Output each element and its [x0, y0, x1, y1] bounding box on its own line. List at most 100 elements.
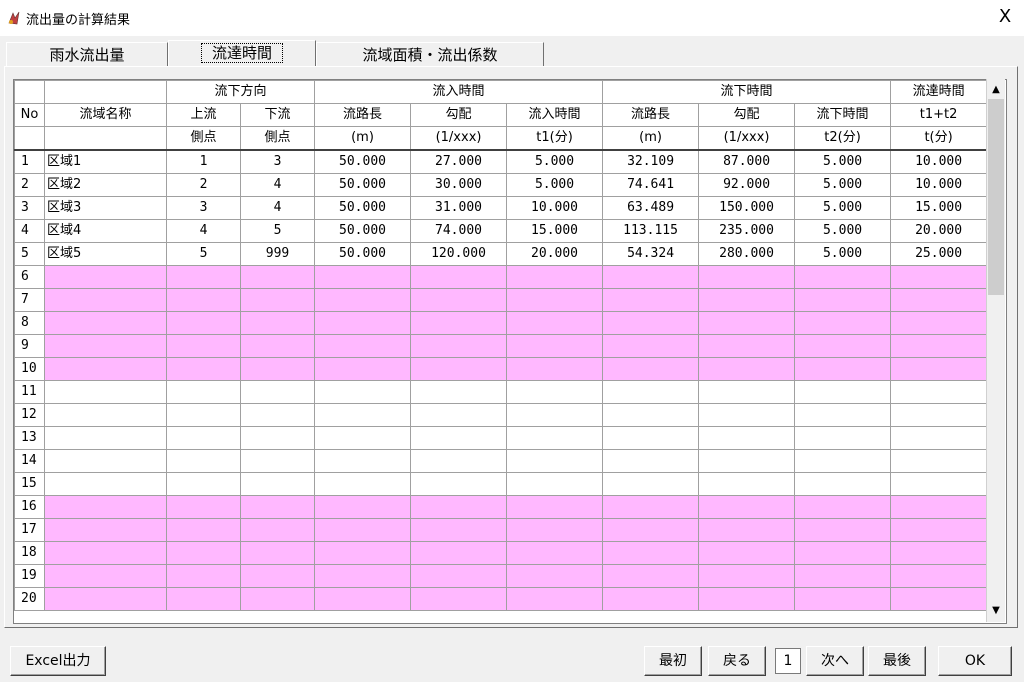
last-page-button[interactable]: 最後	[868, 646, 926, 676]
empty-cell[interactable]	[410, 357, 508, 381]
empty-cell[interactable]	[314, 288, 412, 312]
empty-cell[interactable]	[506, 518, 604, 542]
empty-cell[interactable]	[506, 564, 604, 588]
empty-cell[interactable]	[506, 288, 604, 312]
empty-cell[interactable]	[794, 449, 892, 473]
fl-length-cell[interactable]: 32.109	[602, 149, 700, 174]
empty-cell[interactable]	[698, 587, 796, 611]
first-page-button[interactable]: 最初	[644, 646, 702, 676]
table-row[interactable]: 14	[14, 449, 988, 473]
total-cell[interactable]: 20.000	[890, 219, 988, 243]
empty-cell[interactable]	[890, 334, 988, 358]
page-number-field[interactable]: 1	[775, 648, 801, 674]
empty-cell[interactable]	[602, 472, 700, 496]
empty-cell[interactable]	[410, 541, 508, 565]
empty-cell[interactable]	[166, 311, 241, 335]
empty-cell[interactable]	[602, 380, 700, 404]
empty-cell[interactable]	[239, 311, 316, 335]
empty-cell[interactable]	[239, 495, 316, 519]
empty-cell[interactable]	[239, 472, 316, 496]
empty-cell[interactable]	[44, 334, 167, 358]
table-row[interactable]: 15	[14, 472, 988, 496]
table-row[interactable]: 3 区域3 3 4 50.000 31.000 10.000 63.489 150.000 5.0…	[14, 196, 988, 220]
empty-cell[interactable]	[794, 403, 892, 427]
downstream-cell[interactable]: 4	[239, 196, 316, 220]
empty-cell[interactable]	[506, 587, 604, 611]
empty-cell[interactable]	[166, 472, 241, 496]
empty-cell[interactable]	[410, 403, 508, 427]
empty-cell[interactable]	[166, 587, 241, 611]
empty-cell[interactable]	[602, 564, 700, 588]
fl-slope-cell[interactable]: 87.000	[698, 149, 796, 174]
total-cell[interactable]: 10.000	[890, 149, 988, 174]
area-name-cell[interactable]: 区域3	[44, 196, 167, 220]
upstream-cell[interactable]: 5	[166, 242, 241, 266]
area-name-cell[interactable]: 区域4	[44, 219, 167, 243]
empty-cell[interactable]	[890, 311, 988, 335]
fl-slope-cell[interactable]: 150.000	[698, 196, 796, 220]
empty-cell[interactable]	[602, 426, 700, 450]
empty-cell[interactable]	[698, 541, 796, 565]
empty-cell[interactable]	[166, 449, 241, 473]
table-row[interactable]: 20	[14, 587, 988, 611]
empty-cell[interactable]	[44, 403, 167, 427]
empty-cell[interactable]	[698, 472, 796, 496]
empty-cell[interactable]	[314, 380, 412, 404]
fl-length-cell[interactable]: 63.489	[602, 196, 700, 220]
empty-cell[interactable]	[166, 403, 241, 427]
empty-cell[interactable]	[506, 334, 604, 358]
table-row[interactable]: 10	[14, 357, 988, 381]
empty-cell[interactable]	[314, 472, 412, 496]
empty-cell[interactable]	[698, 403, 796, 427]
empty-cell[interactable]	[166, 541, 241, 565]
scroll-down-arrow-icon[interactable]: ▼	[987, 602, 1005, 620]
total-cell[interactable]: 25.000	[890, 242, 988, 266]
empty-cell[interactable]	[794, 288, 892, 312]
in-time-cell[interactable]: 15.000	[506, 219, 604, 243]
empty-cell[interactable]	[794, 541, 892, 565]
downstream-cell[interactable]: 999	[239, 242, 316, 266]
in-time-cell[interactable]: 5.000	[506, 149, 604, 174]
table-row[interactable]: 19	[14, 564, 988, 588]
empty-cell[interactable]	[602, 311, 700, 335]
table-row[interactable]: 9	[14, 334, 988, 358]
empty-cell[interactable]	[794, 587, 892, 611]
in-length-cell[interactable]: 50.000	[314, 219, 412, 243]
empty-cell[interactable]	[314, 449, 412, 473]
fl-time-cell[interactable]: 5.000	[794, 149, 892, 174]
empty-cell[interactable]	[506, 403, 604, 427]
empty-cell[interactable]	[44, 357, 167, 381]
empty-cell[interactable]	[314, 403, 412, 427]
in-length-cell[interactable]: 50.000	[314, 173, 412, 197]
empty-cell[interactable]	[166, 380, 241, 404]
empty-cell[interactable]	[794, 518, 892, 542]
empty-cell[interactable]	[44, 495, 167, 519]
in-slope-cell[interactable]: 27.000	[410, 149, 508, 174]
empty-cell[interactable]	[698, 426, 796, 450]
empty-cell[interactable]	[794, 265, 892, 289]
table-row[interactable]: 5 区域5 5 999 50.000 120.000 20.000 54.324 280.000…	[14, 242, 988, 266]
upstream-cell[interactable]: 4	[166, 219, 241, 243]
empty-cell[interactable]	[890, 403, 988, 427]
scroll-thumb[interactable]	[988, 99, 1004, 295]
empty-cell[interactable]	[698, 265, 796, 289]
in-length-cell[interactable]: 50.000	[314, 149, 412, 174]
in-slope-cell[interactable]: 120.000	[410, 242, 508, 266]
fl-time-cell[interactable]: 5.000	[794, 173, 892, 197]
empty-cell[interactable]	[314, 265, 412, 289]
empty-cell[interactable]	[602, 265, 700, 289]
fl-time-cell[interactable]: 5.000	[794, 242, 892, 266]
empty-cell[interactable]	[794, 426, 892, 450]
empty-cell[interactable]	[239, 587, 316, 611]
table-row[interactable]: 18	[14, 541, 988, 565]
empty-cell[interactable]	[506, 495, 604, 519]
empty-cell[interactable]	[794, 357, 892, 381]
empty-cell[interactable]	[44, 449, 167, 473]
in-time-cell[interactable]: 20.000	[506, 242, 604, 266]
empty-cell[interactable]	[890, 288, 988, 312]
empty-cell[interactable]	[314, 587, 412, 611]
fl-length-cell[interactable]: 113.115	[602, 219, 700, 243]
upstream-cell[interactable]: 2	[166, 173, 241, 197]
area-name-cell[interactable]: 区域1	[44, 149, 167, 174]
empty-cell[interactable]	[506, 449, 604, 473]
